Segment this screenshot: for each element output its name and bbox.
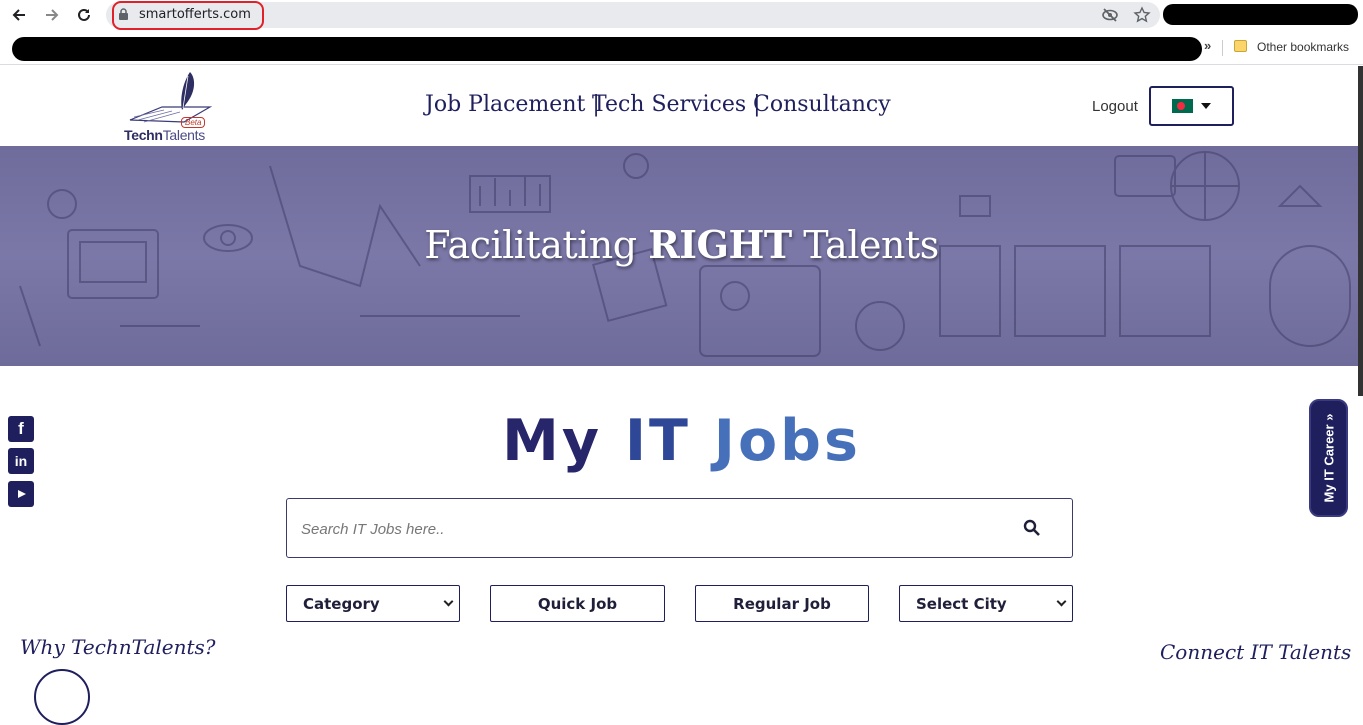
city-select[interactable]: Select City: [899, 585, 1073, 622]
chevron-down-icon: [1056, 596, 1067, 607]
hero-title: Facilitating RIGHT Talents: [424, 222, 939, 267]
folder-icon: [1234, 40, 1247, 52]
category-select-label: Category: [303, 594, 380, 613]
chevron-down-icon: [443, 596, 454, 607]
regular-job-button[interactable]: Regular Job: [695, 585, 869, 622]
connect-it-talents-heading: Connect IT Talents: [1160, 640, 1352, 664]
bookmarks-overflow-chevron[interactable]: »: [1204, 38, 1211, 53]
logout-link[interactable]: Logout: [1092, 98, 1138, 115]
quick-job-button[interactable]: Quick Job: [490, 585, 665, 622]
beta-badge: Beta: [181, 117, 206, 128]
why-techntalents-heading: Why TechnTalents?: [20, 635, 216, 659]
search-icon[interactable]: [1023, 519, 1041, 537]
nav-tech-services[interactable]: Tech Services |: [592, 92, 761, 117]
redacted-bookmarks: [12, 37, 1202, 61]
logo-wordmark: TechnTalents: [124, 127, 205, 143]
my-it-career-label: My IT Career »: [1321, 413, 1336, 503]
url-highlight-annotation: [112, 1, 264, 30]
nav-job-placement[interactable]: Job Placement |: [425, 92, 600, 117]
nav-consultancy[interactable]: Consultancy: [753, 92, 891, 117]
eye-off-icon[interactable]: [1101, 6, 1119, 24]
page-scrollbar[interactable]: [1358, 66, 1363, 396]
youtube-icon[interactable]: [8, 481, 34, 507]
category-select[interactable]: Category: [286, 585, 460, 622]
page-title: My IT Jobs: [502, 408, 861, 474]
address-bar[interactable]: [106, 2, 1160, 28]
caret-down-icon: [1201, 103, 1211, 109]
search-box: [286, 498, 1073, 558]
redacted-profile: [1163, 4, 1358, 25]
forward-arrow-icon[interactable]: [41, 4, 63, 26]
bookmarks-separator: [1222, 40, 1223, 56]
bangladesh-flag-icon: [1172, 99, 1193, 113]
language-dropdown[interactable]: [1149, 86, 1234, 126]
back-arrow-icon[interactable]: [8, 4, 30, 26]
search-input[interactable]: [301, 517, 1001, 541]
other-bookmarks[interactable]: Other bookmarks: [1257, 40, 1349, 54]
hero-banner: Facilitating RIGHT Talents: [0, 146, 1363, 366]
reload-icon[interactable]: [73, 4, 95, 26]
star-icon[interactable]: [1133, 6, 1151, 24]
my-it-career-tab[interactable]: My IT Career »: [1309, 399, 1348, 517]
why-icon-circle: [34, 669, 90, 725]
city-select-label: Select City: [916, 594, 1007, 613]
